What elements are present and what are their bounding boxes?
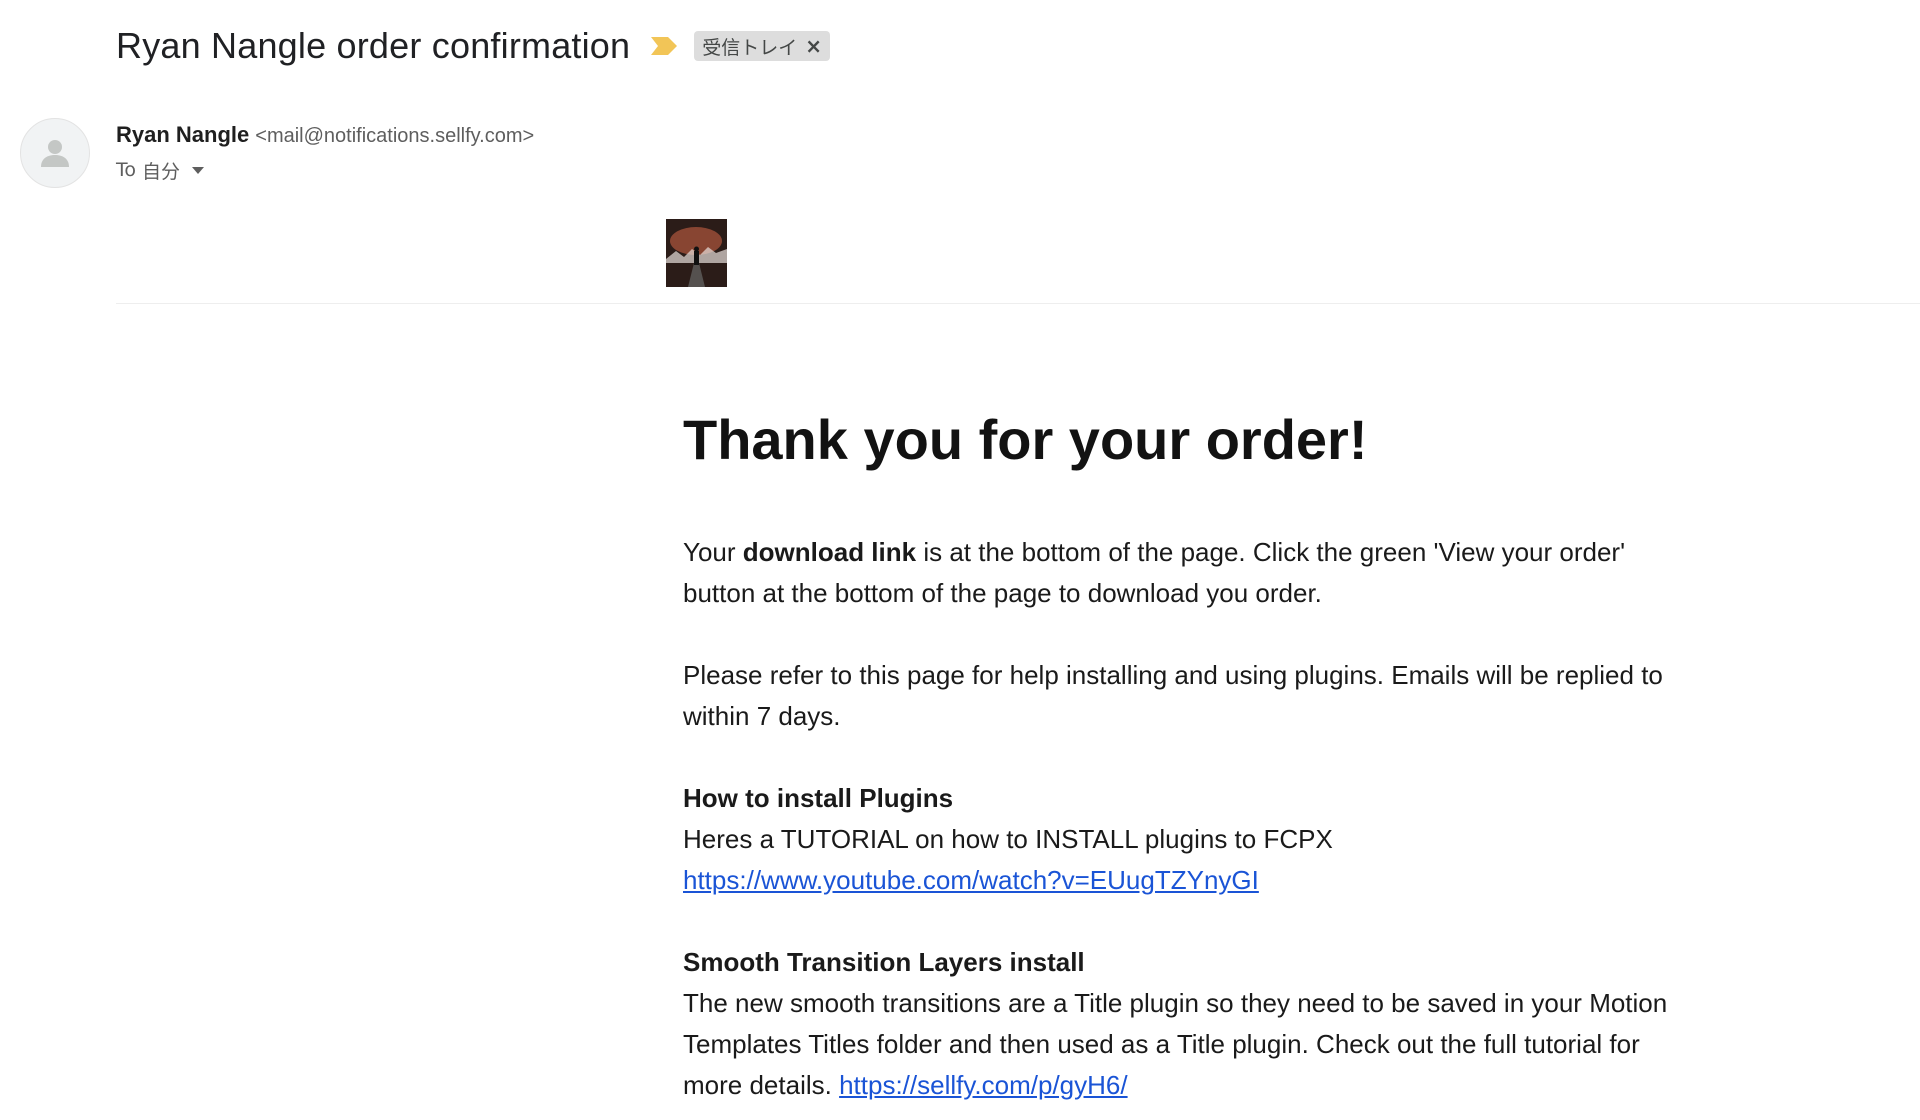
download-paragraph: Your download link is at the bottom of t… xyxy=(683,532,1703,614)
body-heading: Thank you for your order! xyxy=(683,408,1368,471)
store-logo-image xyxy=(666,219,727,287)
para1-start: Your xyxy=(683,537,743,567)
to-prefix: To xyxy=(116,159,137,181)
help-paragraph: Please refer to this page for help insta… xyxy=(683,660,1663,731)
product-link[interactable]: https://sellfy.com/p/gyH6/ xyxy=(839,1070,1128,1100)
install-section: How to install Plugins Heres a TUTORIAL … xyxy=(683,778,1703,901)
install-section-title: How to install Plugins xyxy=(683,783,954,813)
sender-name[interactable]: Ryan Nangle xyxy=(116,122,249,148)
subject-row: Ryan Nangle order confirmation 受信トレイ × xyxy=(116,24,831,68)
header-divider xyxy=(116,303,1920,304)
recipient-value: 自分 xyxy=(142,160,181,183)
person-icon xyxy=(41,140,69,167)
recipient-line: To 自分 xyxy=(116,156,205,184)
email-subject: Ryan Nangle order confirmation xyxy=(116,25,631,66)
avatar[interactable] xyxy=(20,118,90,188)
remove-label-icon[interactable]: × xyxy=(805,36,822,56)
sender-email: <mail@notifications.sellfy.com> xyxy=(255,125,535,147)
important-marker-icon[interactable] xyxy=(650,35,678,57)
sender-line: Ryan Nangle <mail@notifications.sellfy.c… xyxy=(116,122,534,150)
inbox-label-chip[interactable]: 受信トレイ × xyxy=(694,31,831,61)
inbox-label-text: 受信トレイ xyxy=(702,36,798,59)
email-body: Thank you for your order! Your download … xyxy=(683,400,1703,1120)
transition-section-text: The new smooth transitions are a Title p… xyxy=(683,988,1668,1100)
show-details-chevron-down-icon[interactable] xyxy=(192,166,205,174)
tutorial-link[interactable]: https://www.youtube.com/watch?v=EUugTZYn… xyxy=(683,865,1259,895)
email-view: Ryan Nangle order confirmation 受信トレイ × R… xyxy=(0,0,1920,1120)
download-link-emphasis: download link xyxy=(742,537,917,567)
transition-section-title: Smooth Transition Layers install xyxy=(683,947,1085,977)
transition-section: Smooth Transition Layers install The new… xyxy=(683,942,1703,1106)
install-section-text: Heres a TUTORIAL on how to INSTALL plugi… xyxy=(683,824,1333,854)
